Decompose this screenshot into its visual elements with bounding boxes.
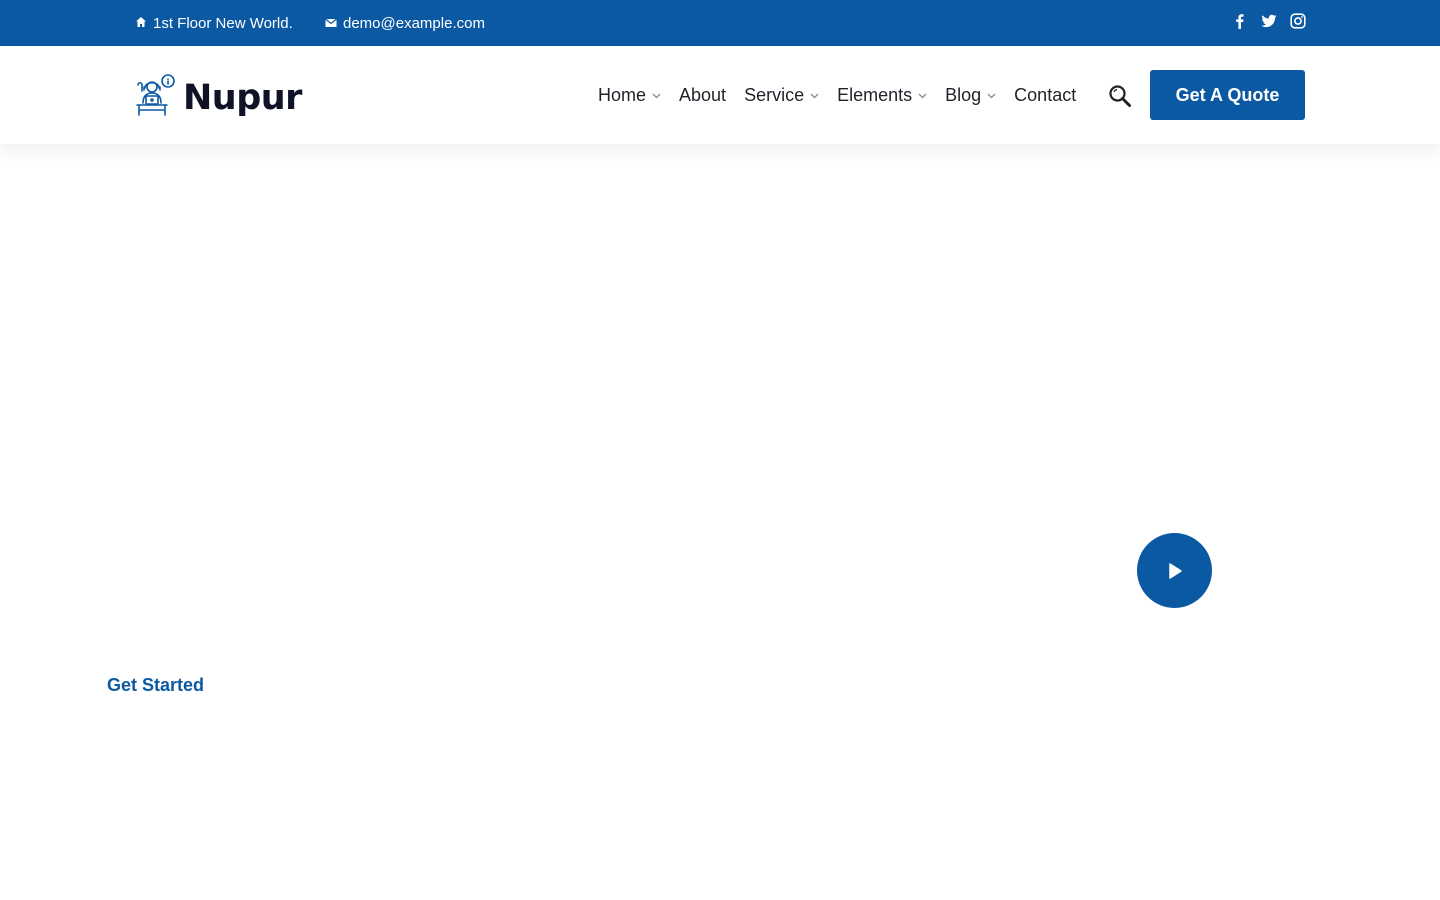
instagram-icon[interactable]: [1290, 13, 1306, 29]
mail-icon: [325, 15, 343, 32]
top-bar: 1st Floor New World. demo@example.com: [0, 0, 1440, 46]
chevron-down-icon: [652, 93, 661, 99]
nav-label: Blog: [945, 84, 982, 105]
get-started-link[interactable]: Get Started: [107, 675, 204, 696]
nav-about[interactable]: About: [679, 85, 726, 106]
search-icon[interactable]: [1108, 84, 1132, 108]
address-info: 1st Floor New World.: [135, 0, 293, 46]
nav-label: Contact: [1014, 84, 1077, 105]
nav-contact[interactable]: Contact: [1014, 85, 1076, 106]
nav-label: Service: [744, 84, 805, 105]
chevron-down-icon: [810, 93, 819, 99]
nav-blog[interactable]: Blog: [945, 85, 996, 106]
main-nav: Home About Service Elements Blog Contact: [598, 46, 1094, 144]
twitter-icon[interactable]: [1261, 13, 1277, 29]
nav-home[interactable]: Home: [598, 85, 661, 106]
nav-service[interactable]: Service: [744, 85, 819, 106]
play-icon: [1168, 562, 1182, 579]
email-info[interactable]: demo@example.com: [325, 0, 485, 46]
main-header: Nupur Home About Service Elements Blog C…: [0, 46, 1440, 144]
address-text: 1st Floor New World.: [153, 14, 293, 32]
facebook-icon[interactable]: [1232, 13, 1248, 29]
email-text[interactable]: demo@example.com: [343, 15, 485, 32]
nav-label: About: [679, 84, 727, 105]
home-icon: [135, 15, 153, 32]
logo[interactable]: Nupur: [135, 73, 302, 122]
social-links: [1232, 13, 1306, 29]
chevron-down-icon: [987, 93, 996, 99]
nav-label: Elements: [837, 84, 913, 105]
play-video-button[interactable]: [1137, 533, 1212, 608]
nav-label: Home: [598, 84, 647, 105]
get-quote-button[interactable]: Get A Quote: [1150, 70, 1305, 120]
chevron-down-icon: [918, 93, 927, 99]
support-agent-logo-icon: [135, 73, 177, 122]
nav-elements[interactable]: Elements: [837, 85, 927, 106]
logo-text: Nupur: [183, 77, 302, 118]
